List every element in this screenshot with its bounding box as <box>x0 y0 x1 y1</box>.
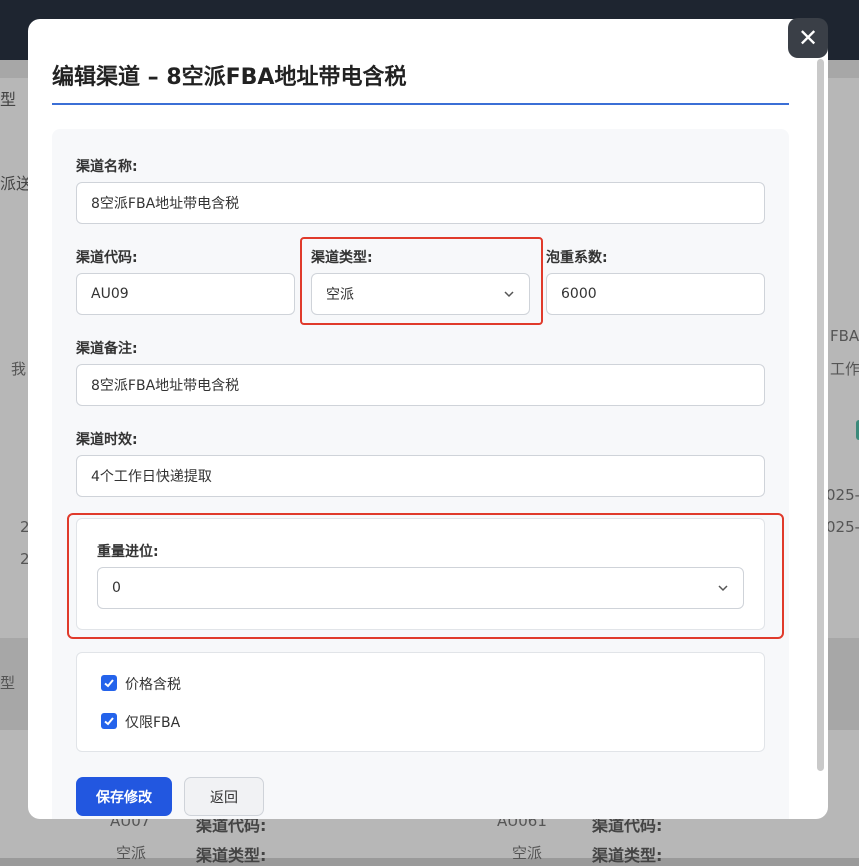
check-icon <box>104 717 114 726</box>
bg-right-fragment: FBA地 <box>830 327 859 345</box>
title-divider <box>52 103 789 105</box>
channel-type-value: 空派 <box>326 287 354 303</box>
price-includes-tax-label: 价格含税 <box>125 677 181 693</box>
bg-right-fragment: 工作 <box>830 360 859 378</box>
volumetric-factor-value: 6000 <box>561 286 597 302</box>
bg-left-fragment: 型 <box>0 90 17 109</box>
chevron-down-icon <box>718 585 728 592</box>
price-includes-tax-checkbox[interactable] <box>101 675 117 691</box>
back-button[interactable]: 返回 <box>184 777 264 816</box>
bg-left-fragment: 型 <box>0 674 16 692</box>
fba-only-checkbox[interactable] <box>101 713 117 729</box>
weight-rounding-label: 重量进位: <box>97 544 159 560</box>
channel-name-input[interactable]: 8空派FBA地址带电含税 <box>76 182 765 224</box>
modal-scrollbar[interactable] <box>817 59 824 771</box>
channel-note-input[interactable]: 8空派FBA地址带电含税 <box>76 364 765 406</box>
channel-code-input[interactable]: AU09 <box>76 273 295 315</box>
bg-right-fragment: 025-0 <box>826 486 859 504</box>
weight-rounding-value: 0 <box>112 580 121 596</box>
close-icon: ✕ <box>797 24 819 52</box>
edit-channel-modal: 编辑渠道 – 8空派FBA地址带电含税 渠道名称: 8空派FBA地址带电含税 渠… <box>28 19 828 819</box>
bg-card-label: 渠道类型: <box>196 846 267 865</box>
close-modal-button[interactable]: ✕ <box>788 18 828 58</box>
channel-code-label: 渠道代码: <box>76 250 138 266</box>
channel-timeliness-label: 渠道时效: <box>76 432 138 448</box>
bg-card-type: 空派 <box>116 844 147 862</box>
fba-only-label: 仅限FBA <box>125 715 181 731</box>
options-card <box>76 652 765 752</box>
modal-title: 编辑渠道 – 8空派FBA地址带电含税 <box>52 65 407 90</box>
volumetric-factor-label: 泡重系数: <box>546 250 608 266</box>
bg-left-fragment: 我 <box>11 360 27 378</box>
channel-name-label: 渠道名称: <box>76 159 138 175</box>
bg-right-fragment: 025-0 <box>826 518 859 536</box>
channel-code-value: AU09 <box>91 286 129 302</box>
channel-timeliness-value: 4个工作日快递提取 <box>91 469 212 485</box>
chevron-down-icon <box>504 291 514 298</box>
channel-note-value: 8空派FBA地址带电含税 <box>91 378 240 394</box>
save-changes-button[interactable]: 保存修改 <box>76 777 172 816</box>
bg-card-type: 空派 <box>512 844 543 862</box>
channel-type-select[interactable]: 空派 <box>311 273 530 315</box>
weight-rounding-select[interactable]: 0 <box>97 567 744 609</box>
channel-type-label: 渠道类型: <box>311 250 373 266</box>
edit-channel-form: 渠道名称: 8空派FBA地址带电含税 渠道代码: AU09 渠道类型: 空派 泡… <box>52 129 789 819</box>
channel-name-value: 8空派FBA地址带电含税 <box>91 196 240 212</box>
channel-note-label: 渠道备注: <box>76 341 138 357</box>
bg-card-label: 渠道类型: <box>592 846 663 865</box>
channel-timeliness-input[interactable]: 4个工作日快递提取 <box>76 455 765 497</box>
check-icon <box>104 679 114 688</box>
volumetric-factor-input[interactable]: 6000 <box>546 273 765 315</box>
